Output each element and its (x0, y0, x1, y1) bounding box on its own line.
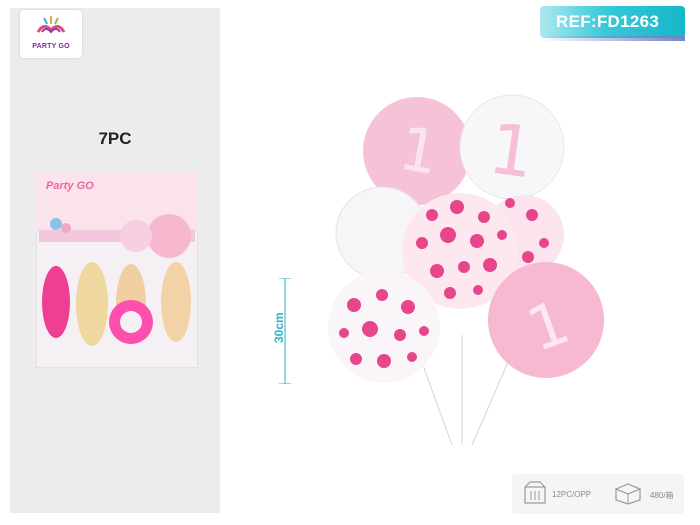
product-package-image: Party GO (35, 171, 199, 369)
package-brand-text: Party GO (46, 180, 94, 192)
piece-count-label: 7PC (98, 129, 132, 148)
ref-badge-underline (540, 36, 685, 41)
balloon-bouquet-image: 1 1 1 (328, 94, 604, 446)
brand-logo-text: PARTY GO (32, 43, 70, 50)
ref-badge: REF:FD1263 (540, 6, 685, 38)
brand-logo: PARTY GO (20, 10, 82, 58)
ref-code: REF:FD1263 (556, 12, 660, 31)
inner-pack-label: 12PC/OPP (552, 490, 592, 499)
outer-pack-label: 480/箱 (650, 491, 674, 500)
carton-box-icon (614, 483, 642, 505)
height-label: 30cm (272, 312, 286, 343)
packing-info: 12PC/OPP 480/箱 (512, 474, 684, 514)
party-go-logo-icon (36, 16, 66, 34)
package-box-icon (524, 481, 546, 504)
